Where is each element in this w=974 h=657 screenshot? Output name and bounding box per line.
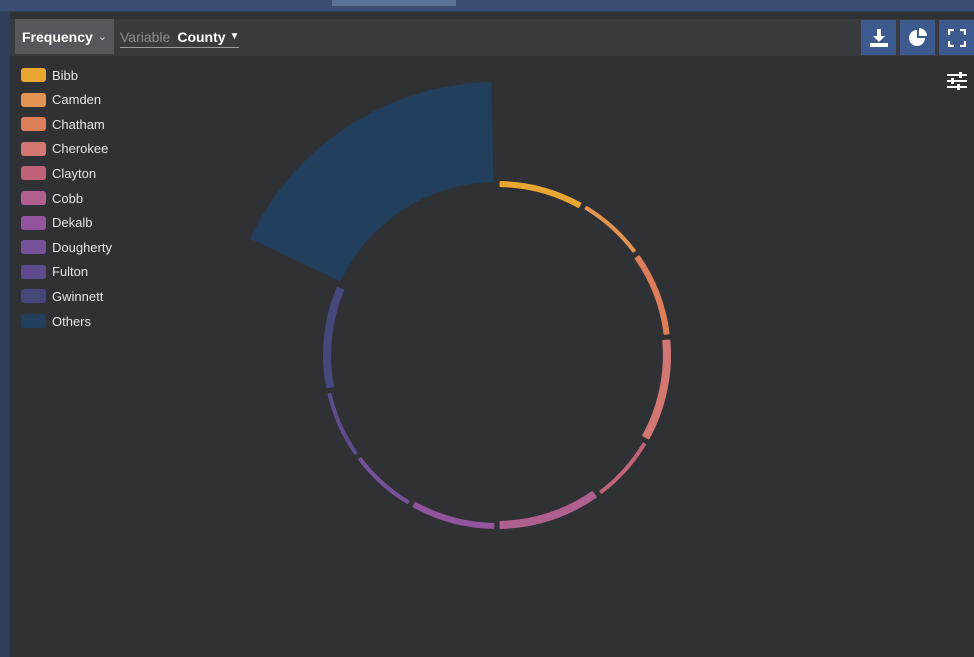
- arc-segment-fulton[interactable]: [327, 393, 358, 455]
- arc-segment-cherokee[interactable]: [642, 339, 671, 440]
- arc-segment-dekalb[interactable]: [412, 502, 495, 529]
- arc-segment-camden[interactable]: [584, 206, 636, 253]
- top-strip-highlight: [332, 0, 456, 6]
- chart-panel: Frequency ⌄ Variable County ▼ Bibb Camde…: [10, 12, 974, 657]
- arc-segment-cobb[interactable]: [499, 491, 597, 529]
- arc-segment-chatham[interactable]: [634, 255, 670, 335]
- arc-segment-bibb[interactable]: [499, 181, 582, 208]
- radial-chart: [249, 82, 671, 529]
- arc-segment-dougherty[interactable]: [358, 457, 410, 504]
- arc-segment-clayton[interactable]: [599, 442, 646, 494]
- arc-segment-gwinnett[interactable]: [323, 286, 345, 389]
- arc-segment-others[interactable]: [249, 82, 494, 282]
- top-strip: [0, 0, 974, 11]
